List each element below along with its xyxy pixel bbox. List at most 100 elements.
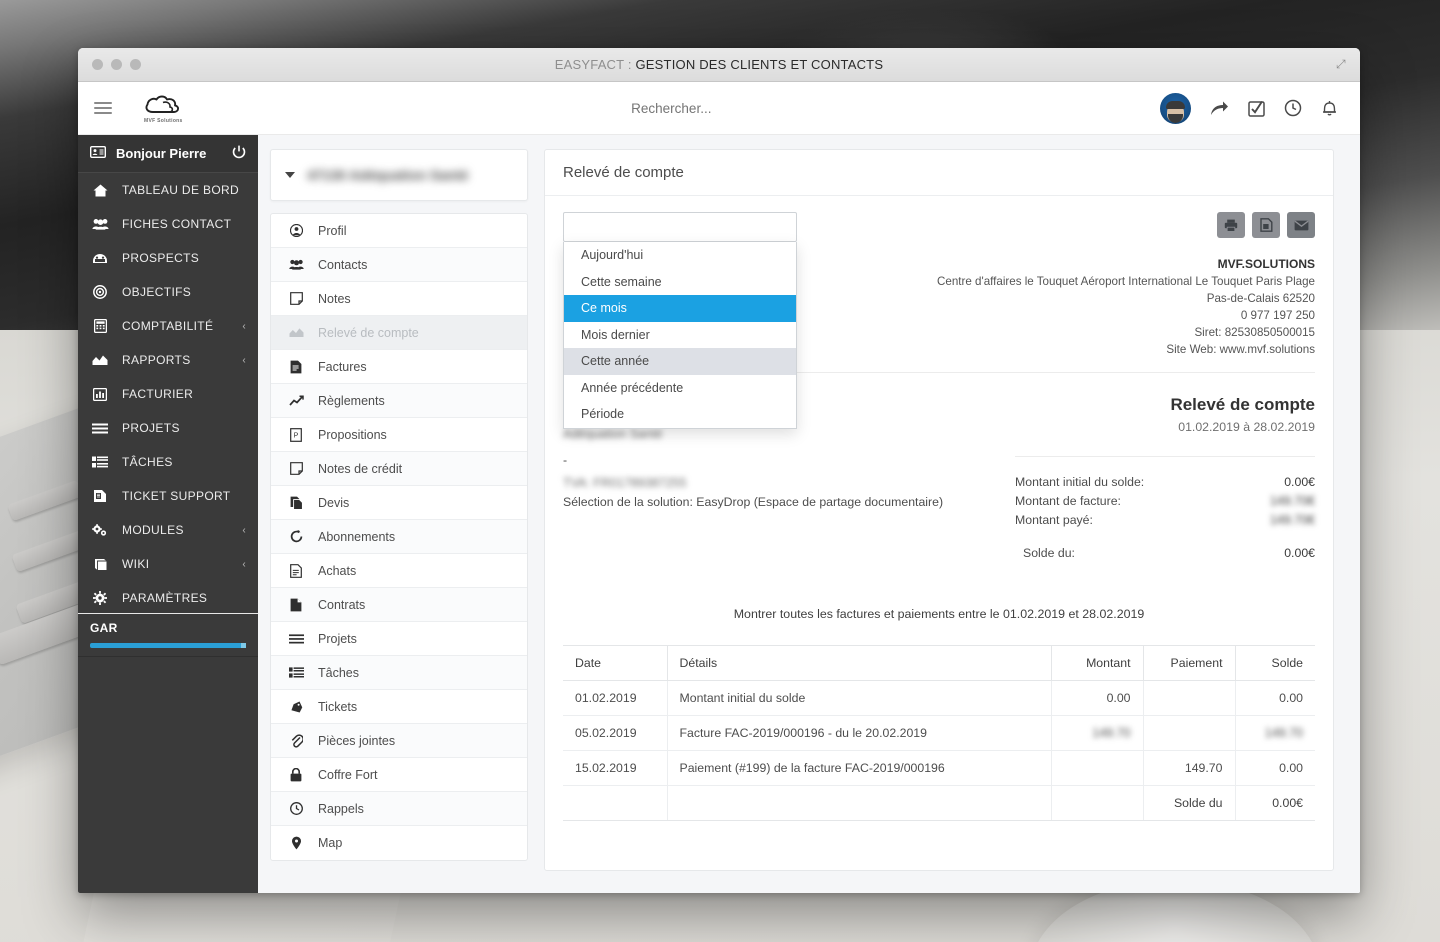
- pdf-button[interactable]: [1252, 212, 1280, 238]
- paperclip-icon: [287, 733, 305, 748]
- sidebar-item-objectifs[interactable]: OBJECTIFS: [78, 275, 258, 309]
- dropdown-option-ce-mois[interactable]: Ce mois: [564, 295, 796, 322]
- dropdown-option-aujourdhui[interactable]: Aujourd'hui: [564, 242, 796, 269]
- sidebar-item-fiches-contact[interactable]: FICHES CONTACT: [78, 207, 258, 241]
- copy-icon: [287, 496, 305, 510]
- total-value: 0.00€: [1284, 475, 1315, 489]
- calculator-icon: [90, 319, 110, 333]
- sidebar-item-label: WIKI: [122, 557, 150, 571]
- nav-item-label: Notes de crédit: [318, 461, 403, 476]
- target-icon: [90, 285, 110, 299]
- statement-panel: Relevé de compte Aujourd'hui Cette semai…: [544, 149, 1334, 871]
- window-titlebar: EASYFACT : GESTION DES CLIENTS ET CONTAC…: [78, 48, 1360, 82]
- nav-item-projets[interactable]: Projets: [271, 622, 527, 656]
- table-row: 05.02.2019 Facture FAC-2019/000196 - du …: [563, 715, 1315, 751]
- menu-toggle-icon[interactable]: [94, 102, 112, 114]
- nav-item-pieces-jointes[interactable]: Pièces jointes: [271, 724, 527, 758]
- tasks-icon[interactable]: [1248, 100, 1265, 117]
- sidebar-item-parametres[interactable]: PARAMÈTRES: [78, 581, 258, 615]
- chevron-icon: ‹: [242, 354, 246, 366]
- sidebar-item-label: TICKET SUPPORT: [122, 489, 231, 503]
- brand-logo[interactable]: MVF Solutions: [144, 93, 183, 124]
- sidebar-item-rapports[interactable]: RAPPORTS ‹: [78, 343, 258, 377]
- dropdown-option-periode[interactable]: Période: [564, 401, 796, 428]
- balance-label: Solde du:: [1023, 546, 1075, 560]
- show-all-line: Montrer toutes les factures et paiements…: [733, 607, 1145, 621]
- nav-item-propositions[interactable]: P Propositions: [271, 418, 527, 452]
- sidebar-item-wiki[interactable]: WIKI ‹: [78, 547, 258, 581]
- nav-item-label: Abonnements: [318, 529, 396, 544]
- footer-label: Solde du: [1143, 785, 1236, 821]
- cell-montant: 149.70: [1051, 715, 1144, 751]
- gar-label: GAR: [90, 621, 118, 635]
- cell-montant: [1051, 750, 1144, 786]
- envelope-icon: [1294, 220, 1308, 230]
- window-title-prefix: EASYFACT :: [554, 57, 636, 72]
- sidebar-item-taches[interactable]: TÂCHES: [78, 445, 258, 479]
- nav-item-coffre-fort[interactable]: Coffre Fort: [271, 758, 527, 792]
- nav-item-label: Pièces jointes: [318, 733, 396, 748]
- nav-item-label: Règlements: [318, 393, 385, 408]
- sidebar-item-tableau-de-bord[interactable]: TABLEAU DE BORD: [78, 173, 258, 207]
- sidebar-item-comptabilite[interactable]: COMPTABILITÉ ‹: [78, 309, 258, 343]
- nav-item-rappels[interactable]: Rappels: [271, 792, 527, 826]
- balance-row: Solde du: 0.00€: [1015, 544, 1315, 563]
- tasks-list-icon: [90, 456, 110, 468]
- sidebar-item-prospects[interactable]: PROSPECTS: [78, 241, 258, 275]
- nav-item-contacts[interactable]: Contacts: [271, 248, 527, 282]
- dropdown-option-annee-precedente[interactable]: Année précédente: [564, 375, 796, 402]
- bell-icon[interactable]: [1321, 99, 1338, 117]
- col-paiement: Paiement: [1143, 645, 1236, 681]
- nav-item-devis[interactable]: Devis: [271, 486, 527, 520]
- nav-item-map[interactable]: Map: [271, 826, 527, 860]
- client-selector-card[interactable]: 47130 Adéquation Santé: [270, 149, 528, 201]
- cell-paiement: [1143, 715, 1236, 751]
- nav-item-notes[interactable]: Notes: [271, 282, 527, 316]
- balance-value: 0.00€: [1284, 546, 1315, 560]
- statement-range: 01.02.2019 à 28.02.2019: [1178, 420, 1315, 434]
- nav-item-label: Contrats: [318, 597, 366, 612]
- totals-divider: [1015, 456, 1315, 457]
- footer-spacer-2: [667, 785, 1052, 821]
- dropdown-option-mois-dernier[interactable]: Mois dernier: [564, 322, 796, 349]
- clock-icon[interactable]: [1284, 99, 1302, 117]
- nav-item-abonnements[interactable]: Abonnements: [271, 520, 527, 554]
- dropdown-option-cette-annee[interactable]: Cette année: [564, 348, 796, 375]
- sidebar-item-modules[interactable]: MODULES ‹: [78, 513, 258, 547]
- nav-item-profil[interactable]: Profil: [271, 214, 527, 248]
- period-select[interactable]: Aujourd'hui Cette semaine Ce mois Mois d…: [563, 212, 797, 429]
- nav-item-releve-de-compte[interactable]: Relevé de compte: [271, 316, 527, 350]
- avatar[interactable]: [1160, 92, 1191, 124]
- nav-item-tickets[interactable]: Tickets: [271, 690, 527, 724]
- expand-icon[interactable]: ⤢: [1336, 58, 1348, 70]
- logout-icon[interactable]: [232, 145, 246, 162]
- nav-item-reglements[interactable]: Règlements: [271, 384, 527, 418]
- col-date: Date: [563, 645, 668, 681]
- sidebar-item-label: OBJECTIFS: [122, 285, 192, 299]
- total-row: Montant payé: 149.70€: [1015, 511, 1315, 530]
- nav-item-achats[interactable]: Achats: [271, 554, 527, 588]
- statement-icon: [287, 327, 305, 338]
- clock-icon: [287, 802, 305, 815]
- dropdown-option-cette-semaine[interactable]: Cette semaine: [564, 269, 796, 296]
- col-solde: Solde: [1235, 645, 1315, 681]
- share-icon[interactable]: [1210, 100, 1229, 117]
- sidebar-item-facturier[interactable]: FACTURIER: [78, 377, 258, 411]
- footer-spacer-3: [1051, 785, 1144, 821]
- nav-item-notes-de-credit[interactable]: Notes de crédit: [271, 452, 527, 486]
- email-button[interactable]: [1287, 212, 1315, 238]
- sidebar-item-label: MODULES: [122, 523, 184, 537]
- nav-item-factures[interactable]: Factures: [271, 350, 527, 384]
- search-input[interactable]: [571, 100, 772, 116]
- nav-item-label: Notes: [318, 291, 351, 306]
- nav-item-contrats[interactable]: Contrats: [271, 588, 527, 622]
- col-details: Détails: [667, 645, 1052, 681]
- gear-icon: [90, 591, 110, 605]
- cell-details: Montant initial du solde: [667, 680, 1052, 716]
- nav-item-label: Achats: [318, 563, 357, 578]
- print-button[interactable]: [1217, 212, 1245, 238]
- nav-item-taches[interactable]: Tâches: [271, 656, 527, 690]
- sidebar-item-projets[interactable]: PROJETS: [78, 411, 258, 445]
- sidebar-item-ticket-support[interactable]: TICKET SUPPORT: [78, 479, 258, 513]
- period-select-field[interactable]: [563, 212, 797, 242]
